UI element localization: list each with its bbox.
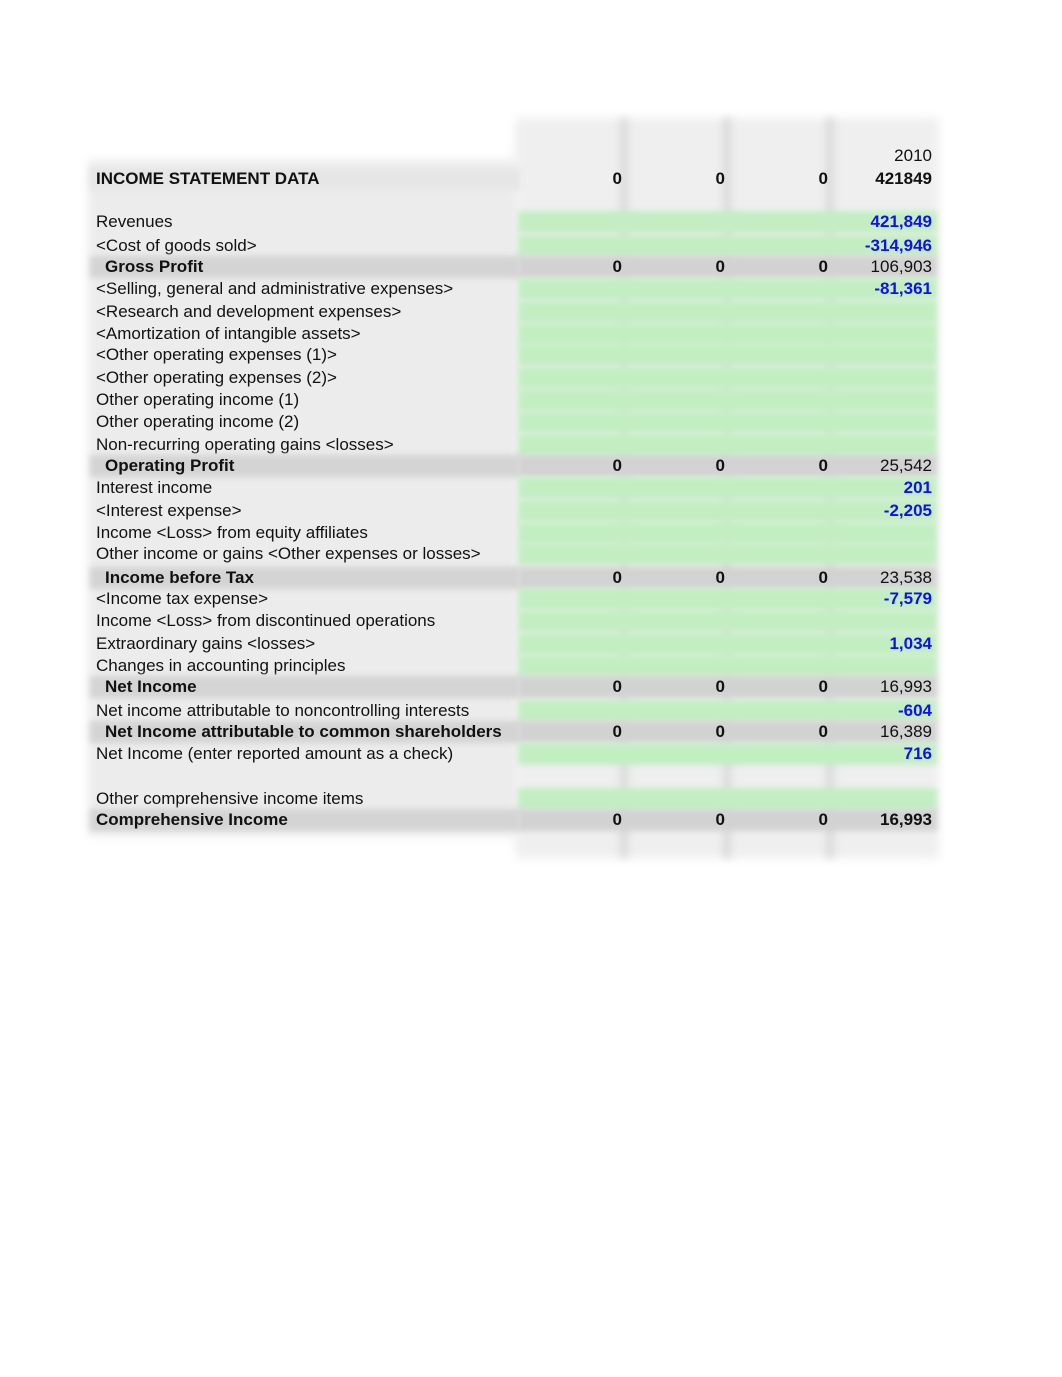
row-label: Income <Loss> from discontinued operatio… — [96, 611, 436, 630]
value-cell[interactable]: 0 — [625, 677, 725, 697]
value-cell[interactable]: 23,538 — [832, 568, 932, 588]
table-row: <Selling, general and administrative exp… — [90, 278, 937, 300]
row-label: Net Income attributable to common shareh… — [105, 722, 502, 741]
row-label: <Cost of goods sold> — [96, 236, 257, 255]
table-row: Other operating income (1) — [90, 389, 937, 411]
value-cell[interactable]: 25,542 — [832, 456, 932, 476]
value-cell[interactable]: 0 — [728, 810, 828, 830]
row-label: Other operating income (2) — [96, 412, 300, 431]
table-row: Net Income (enter reported amount as a c… — [90, 743, 937, 765]
table-row: Net income attributable to noncontrollin… — [90, 700, 937, 722]
table-row: Income <Loss> from discontinued operatio… — [90, 610, 937, 632]
row-label: Interest income — [96, 478, 213, 497]
value-cell[interactable]: 16,993 — [832, 677, 932, 697]
value-cell[interactable]: 0 — [522, 677, 622, 697]
row-label: Comprehensive Income — [96, 810, 288, 829]
table-row: Other income or gains <Other expenses or… — [90, 543, 937, 565]
input-cell[interactable]: 716 — [832, 744, 932, 764]
value-cell[interactable]: 0 — [625, 257, 725, 277]
value-cell[interactable]: 0 — [728, 456, 828, 476]
row-label: Changes in accounting principles — [96, 656, 346, 675]
row-label: <Income tax expense> — [96, 589, 269, 608]
row-label: Gross Profit — [105, 257, 204, 276]
value-cell[interactable]: 16,389 — [832, 722, 932, 742]
value-cell[interactable]: 0 — [625, 456, 725, 476]
year-header-2010: 2010 — [894, 146, 932, 165]
row-label: Non-recurring operating gains <losses> — [96, 435, 394, 454]
input-cell[interactable]: -81,361 — [832, 279, 932, 299]
table-row: <Other operating expenses (2)> — [90, 367, 937, 389]
table-row: Interest income 201 — [90, 477, 937, 499]
row-label: Extraordinary gains <losses> — [96, 634, 316, 653]
header-value[interactable]: 0 — [625, 169, 725, 189]
row-label: <Research and development expenses> — [96, 302, 402, 321]
value-cell[interactable]: 0 — [522, 456, 622, 476]
value-cell[interactable]: 0 — [625, 810, 725, 830]
table-row: Gross Profit 0 0 0 106,903 — [90, 256, 937, 278]
table-row: Income before Tax 0 0 0 23,538 — [90, 567, 937, 589]
input-cell[interactable]: -604 — [832, 701, 932, 721]
row-label: <Selling, general and administrative exp… — [96, 279, 454, 298]
row-label: Revenues — [96, 212, 173, 231]
row-label: <Interest expense> — [96, 501, 242, 520]
income-statement-sheet: 2010 INCOME STATEMENT DATA 0 0 0 421849 … — [0, 0, 1062, 1377]
value-cell[interactable]: 0 — [728, 677, 828, 697]
table-row: Income <Loss> from equity affiliates — [90, 522, 937, 544]
row-label: Net income attributable to noncontrollin… — [96, 701, 470, 720]
value-cell[interactable]: 0 — [522, 722, 622, 742]
value-cell[interactable]: 0 — [728, 568, 828, 588]
input-cell[interactable]: 201 — [832, 478, 932, 498]
row-label: Net Income (enter reported amount as a c… — [96, 744, 454, 763]
table-row: Revenues 421,849 — [90, 211, 937, 233]
table-row: <Research and development expenses> — [90, 301, 937, 323]
table-row: Operating Profit 0 0 0 25,542 — [90, 455, 937, 477]
table-row: Comprehensive Income 0 0 0 16,993 — [90, 809, 937, 831]
row-label: Income before Tax — [105, 568, 254, 587]
header-value[interactable]: 0 — [728, 169, 828, 189]
row-label: Income <Loss> from equity affiliates — [96, 523, 368, 542]
value-cell[interactable]: 0 — [625, 568, 725, 588]
table-row: <Income tax expense> -7,579 — [90, 588, 937, 610]
header-row: INCOME STATEMENT DATA 0 0 0 421849 — [90, 168, 937, 190]
row-label: <Other operating expenses (2)> — [96, 368, 337, 387]
value-cell[interactable]: 0 — [728, 257, 828, 277]
value-cell[interactable]: 0 — [522, 810, 622, 830]
table-row: Other operating income (2) — [90, 411, 937, 433]
row-label: <Other operating expenses (1)> — [96, 345, 337, 364]
row-label: Other operating income (1) — [96, 390, 300, 409]
table-row: Extraordinary gains <losses> 1,034 — [90, 633, 937, 655]
table-row — [90, 766, 937, 788]
row-label: Operating Profit — [105, 456, 235, 475]
table-row: <Amortization of intangible assets> — [90, 323, 937, 345]
row-label: Net Income — [105, 677, 197, 696]
input-cell[interactable]: -314,946 — [832, 236, 932, 256]
value-cell[interactable]: 106,903 — [832, 257, 932, 277]
value-cell[interactable]: 16,993 — [832, 810, 932, 830]
sheet-title: INCOME STATEMENT DATA — [96, 169, 320, 188]
input-cell[interactable]: -2,205 — [832, 501, 932, 521]
table-row: Changes in accounting principles — [90, 655, 937, 677]
table-row: Other comprehensive income items — [90, 788, 937, 810]
header-value[interactable]: 0 — [522, 169, 622, 189]
table-row: <Other operating expenses (1)> — [90, 344, 937, 366]
value-cell[interactable]: 0 — [728, 722, 828, 742]
value-cell[interactable]: 0 — [522, 257, 622, 277]
table-row: <Interest expense> -2,205 — [90, 500, 937, 522]
table-row: Net Income attributable to common shareh… — [90, 721, 937, 743]
input-cell[interactable]: 421,849 — [832, 212, 932, 232]
header-value[interactable]: 421849 — [832, 169, 932, 189]
table-row: Non-recurring operating gains <losses> — [90, 434, 937, 456]
row-label: Other income or gains <Other expenses or… — [96, 544, 481, 563]
value-cell[interactable]: 0 — [522, 568, 622, 588]
table-row: Net Income 0 0 0 16,993 — [90, 676, 937, 698]
input-cell[interactable]: 1,034 — [832, 634, 932, 654]
row-label: Other comprehensive income items — [96, 789, 364, 808]
input-cell[interactable]: -7,579 — [832, 589, 932, 609]
table-row: <Cost of goods sold> -314,946 — [90, 235, 937, 257]
value-cell[interactable]: 0 — [625, 722, 725, 742]
row-label: <Amortization of intangible assets> — [96, 324, 361, 343]
